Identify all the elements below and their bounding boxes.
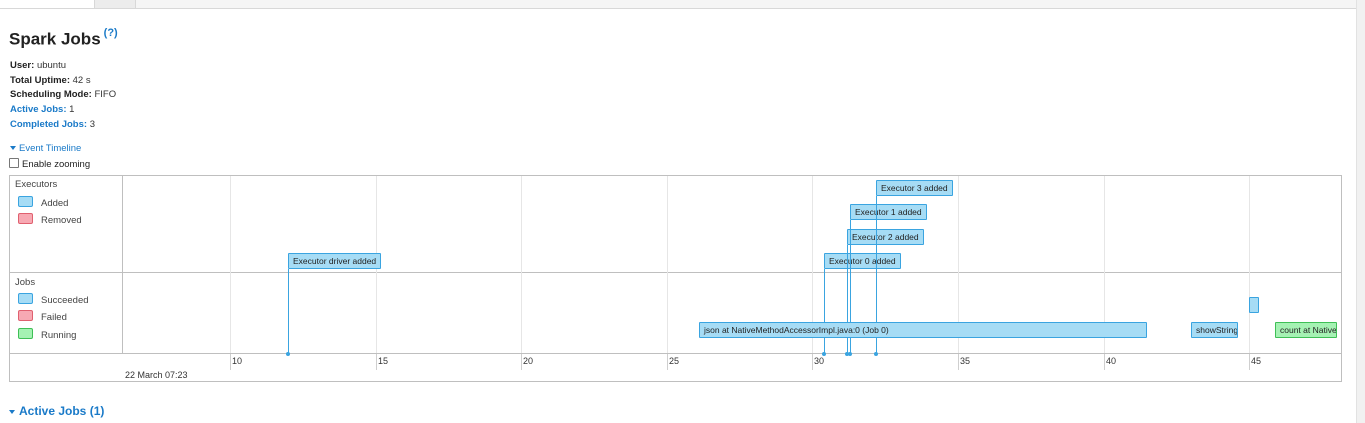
active-jobs-header-label: Active Jobs (1): [19, 404, 105, 418]
tick-mark: [958, 354, 959, 370]
executor-event-line: [824, 269, 825, 353]
enable-zooming-label: Enable zooming: [22, 159, 91, 170]
active-jobs-count: 1: [69, 104, 75, 115]
tick-mark: [812, 354, 813, 370]
tick-mark: [521, 354, 522, 370]
legend-failed-label: Failed: [41, 312, 67, 323]
tick-label: 20: [523, 356, 534, 366]
vertical-scrollbar[interactable]: [1356, 0, 1365, 423]
legend-added-label: Added: [41, 198, 69, 209]
executor-event-dot: [848, 352, 852, 356]
event-timeline[interactable]: Executors Added Removed Jobs Succeeded F…: [9, 175, 1342, 382]
browser-tab-strip: [0, 0, 1356, 9]
executor-event-box[interactable]: Executor 0 added: [824, 253, 901, 269]
job-bar[interactable]: [1249, 297, 1259, 313]
tick-label: 35: [960, 356, 971, 366]
added-swatch: [18, 196, 33, 207]
page-title-text: Spark Jobs: [9, 29, 101, 49]
tick-mark: [376, 354, 377, 370]
completed-jobs-link[interactable]: Completed Jobs:: [10, 119, 87, 130]
tick-label: 40: [1106, 356, 1117, 366]
tick-mark: [1104, 354, 1105, 370]
job-bar[interactable]: json at NativeMethodAccessorImpl.java:0 …: [699, 322, 1147, 338]
legend-removed: Removed: [18, 213, 82, 226]
legend-added: Added: [18, 196, 68, 209]
uptime-label: Total Uptime:: [10, 75, 70, 86]
executor-event-box[interactable]: Executor driver added: [288, 253, 382, 269]
tick-mark: [667, 354, 668, 370]
enable-zooming-checkbox[interactable]: [9, 158, 19, 168]
active-jobs-link[interactable]: Active Jobs:: [10, 104, 67, 115]
tick-mark: [230, 354, 231, 370]
job-bar[interactable]: showString: [1191, 322, 1238, 338]
executor-event-line: [288, 269, 289, 353]
legend-succeeded-label: Succeeded: [41, 295, 89, 306]
active-jobs-info: Active Jobs: 1: [10, 104, 74, 115]
legend-running-label: Running: [41, 330, 77, 341]
event-timeline-label: Event Timeline: [19, 143, 82, 154]
legend-removed-label: Removed: [41, 215, 82, 226]
grid-line: [667, 176, 668, 353]
page-title: Spark Jobs (?): [9, 27, 118, 50]
completed-jobs-info: Completed Jobs: 3: [10, 119, 95, 130]
date-label: 22 March 07:23: [125, 370, 188, 380]
job-bar[interactable]: count at Native: [1275, 322, 1337, 338]
removed-swatch: [18, 213, 33, 224]
tick-label: 15: [378, 356, 389, 366]
legend-succeeded: Succeeded: [18, 293, 89, 306]
scheduling-info: Scheduling Mode: FIFO: [10, 89, 116, 100]
tab-active[interactable]: [0, 0, 95, 8]
scheduling-value: FIFO: [94, 89, 117, 100]
enable-zooming-row[interactable]: Enable zooming: [9, 158, 90, 170]
jobs-group-label: Jobs: [15, 277, 36, 288]
uptime-value: 42 s: [72, 75, 91, 86]
completed-jobs-count: 3: [89, 119, 95, 130]
legend-running: Running: [18, 328, 76, 341]
executor-event-dot: [286, 352, 290, 356]
axis-divider: [10, 353, 1341, 354]
uptime-info: Total Uptime: 42 s: [10, 75, 91, 86]
grid-line: [521, 176, 522, 353]
grid-line: [230, 176, 231, 353]
caret-down-icon: [10, 146, 16, 151]
user-info: User: ubuntu: [10, 60, 66, 71]
tick-label: 30: [814, 356, 825, 366]
running-swatch: [18, 328, 33, 339]
tick-mark: [1249, 354, 1250, 370]
tab-secondary[interactable]: [95, 0, 136, 8]
label-column-divider: [122, 176, 123, 354]
help-link[interactable]: (?): [104, 27, 118, 39]
user-value: ubuntu: [36, 60, 66, 71]
failed-swatch: [18, 310, 33, 321]
tick-label: 10: [232, 356, 243, 366]
executors-group-label: Executors: [15, 179, 58, 190]
group-divider: [10, 272, 1341, 273]
caret-down-icon: [9, 409, 15, 414]
user-label: User:: [10, 60, 35, 71]
executor-event-box[interactable]: Executor 2 added: [847, 229, 924, 245]
scheduling-label: Scheduling Mode:: [10, 89, 92, 100]
tick-label: 45: [1251, 356, 1262, 366]
executor-event-box[interactable]: Executor 3 added: [876, 180, 953, 196]
tick-label: 25: [669, 356, 680, 366]
grid-line: [1249, 176, 1250, 353]
event-timeline-toggle[interactable]: Event Timeline: [10, 143, 81, 154]
legend-failed: Failed: [18, 310, 67, 323]
executor-event-dot: [874, 352, 878, 356]
active-jobs-section-toggle[interactable]: Active Jobs (1): [9, 404, 104, 418]
succeeded-swatch: [18, 293, 33, 304]
executor-event-box[interactable]: Executor 1 added: [850, 204, 927, 220]
help-link-wrapper: (?): [104, 27, 118, 39]
